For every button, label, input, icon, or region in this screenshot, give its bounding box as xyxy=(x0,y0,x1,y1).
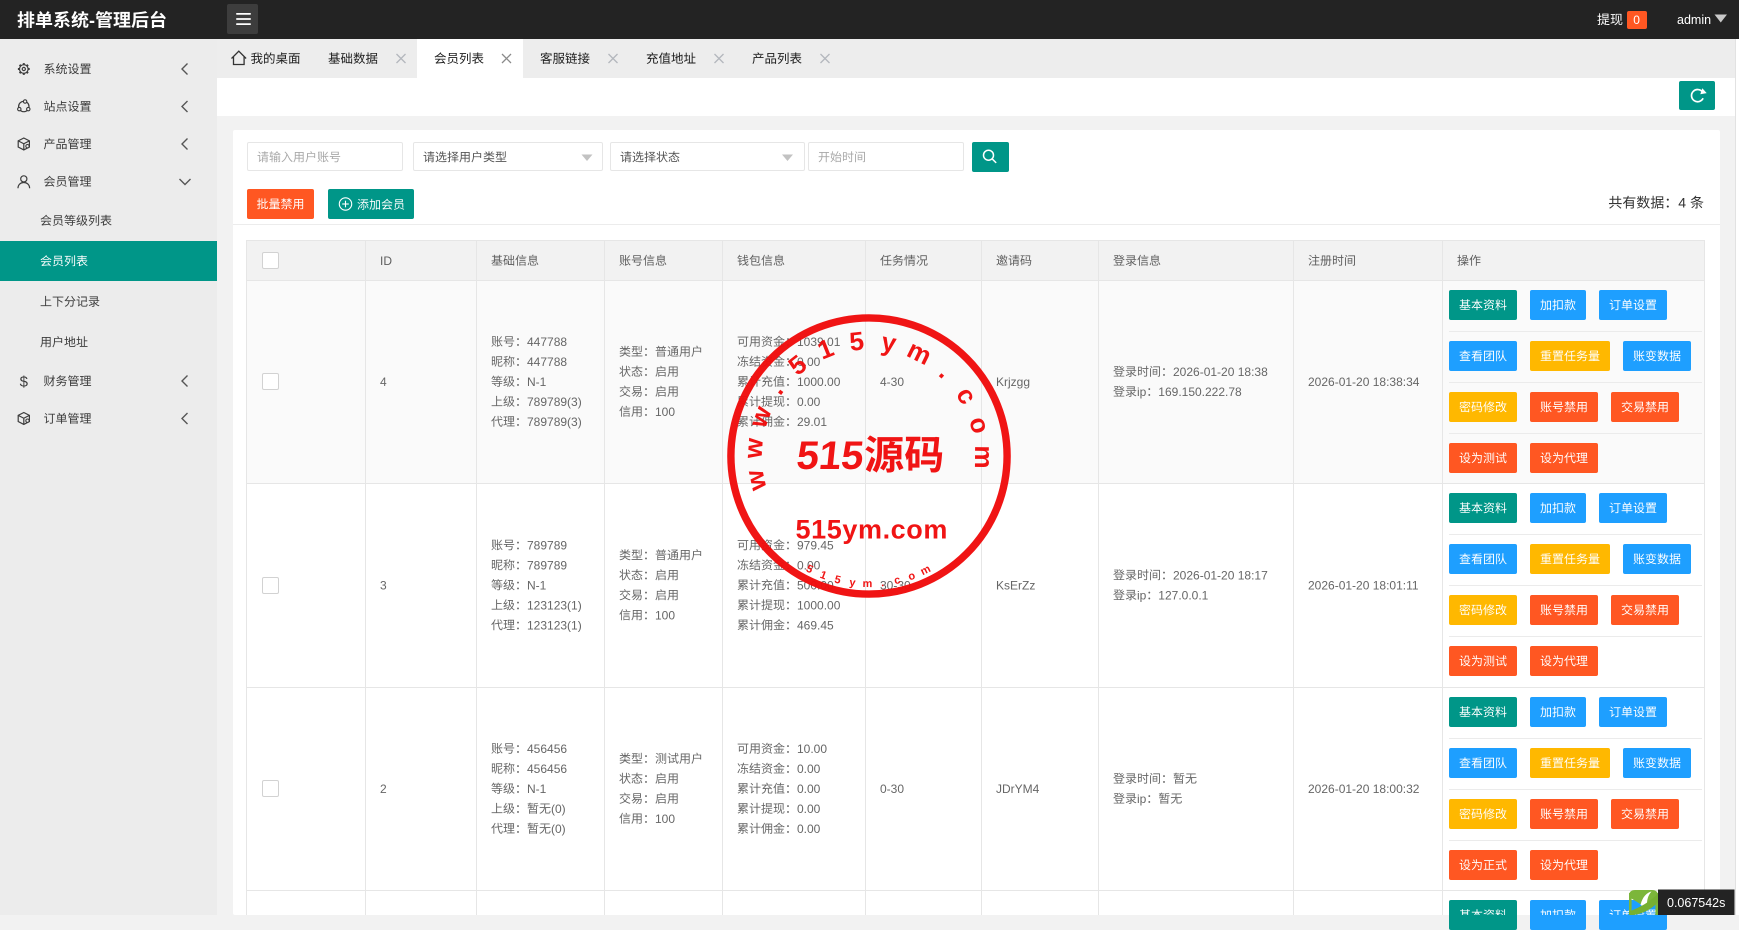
svg-text:789789: 789789 xyxy=(527,558,567,572)
svg-text:515ym.com: 515ym.com xyxy=(796,515,949,545)
svg-text:100: 100 xyxy=(655,608,675,622)
svg-text:447788: 447788 xyxy=(527,335,567,349)
svg-text:4: 4 xyxy=(1678,195,1686,211)
svg-text:789789: 789789 xyxy=(527,538,567,552)
svg-text:4-30: 4-30 xyxy=(880,375,904,389)
svg-text:JDrYM4: JDrYM4 xyxy=(996,782,1040,796)
svg-text:o: o xyxy=(963,413,996,436)
svg-text:100: 100 xyxy=(655,812,675,826)
svg-text:admin: admin xyxy=(1677,13,1711,27)
svg-text:789789(3): 789789(3) xyxy=(527,395,582,409)
svg-text:29.01: 29.01 xyxy=(797,415,827,429)
svg-text:2: 2 xyxy=(380,782,387,796)
svg-text:0: 0 xyxy=(1633,13,1640,27)
svg-text:2026-01-20 18:38:34: 2026-01-20 18:38:34 xyxy=(1308,375,1420,389)
svg-text:456456: 456456 xyxy=(527,762,567,776)
svg-text:y: y xyxy=(879,326,899,358)
svg-text:2026-01-20 18:01:11: 2026-01-20 18:01:11 xyxy=(1308,578,1419,592)
svg-text:m: m xyxy=(862,578,872,590)
svg-text:123123(1): 123123(1) xyxy=(527,598,582,612)
svg-text:0.00: 0.00 xyxy=(797,762,821,776)
svg-text:2026-01-20 18:17: 2026-01-20 18:17 xyxy=(1173,568,1268,582)
svg-text:ID: ID xyxy=(380,254,392,268)
svg-text:2026-01-20 18:00:32: 2026-01-20 18:00:32 xyxy=(1308,782,1420,796)
svg-text:c: c xyxy=(893,574,902,587)
svg-text:N-1: N-1 xyxy=(527,578,547,592)
svg-text:469.45: 469.45 xyxy=(797,618,834,632)
svg-text:N-1: N-1 xyxy=(527,375,547,389)
svg-text:789789(3): 789789(3) xyxy=(527,415,582,429)
svg-text:(0): (0) xyxy=(551,802,566,816)
svg-text:456456: 456456 xyxy=(527,742,567,756)
svg-text:515: 515 xyxy=(795,434,866,478)
svg-text:447788: 447788 xyxy=(527,355,567,369)
svg-text:w: w xyxy=(737,436,768,460)
svg-text:m: m xyxy=(903,334,937,371)
svg-text:1000.00: 1000.00 xyxy=(797,598,841,612)
svg-text:y: y xyxy=(849,577,857,590)
svg-text:m: m xyxy=(969,445,999,468)
svg-text:.: . xyxy=(933,357,959,384)
svg-text:2026-01-20 18:38: 2026-01-20 18:38 xyxy=(1173,365,1268,379)
svg-text:c: c xyxy=(950,381,983,409)
svg-text:127.0.0.1: 127.0.0.1 xyxy=(1158,588,1208,602)
svg-text:100: 100 xyxy=(655,405,675,419)
svg-text:169.150.222.78: 169.150.222.78 xyxy=(1158,385,1242,399)
svg-text:123123(1): 123123(1) xyxy=(527,618,582,632)
svg-text:KsErZz: KsErZz xyxy=(996,578,1035,592)
svg-text:0.00: 0.00 xyxy=(797,822,821,836)
svg-text:5: 5 xyxy=(833,574,842,587)
svg-text:$: $ xyxy=(20,373,29,390)
svg-text:4: 4 xyxy=(380,375,387,389)
svg-text:10.00: 10.00 xyxy=(797,742,827,756)
svg-text:0.00: 0.00 xyxy=(797,802,821,816)
svg-text:5: 5 xyxy=(848,325,865,356)
svg-text:0-30: 0-30 xyxy=(880,782,904,796)
svg-text:(0): (0) xyxy=(551,822,566,836)
svg-text:-: - xyxy=(89,10,95,30)
svg-text:w: w xyxy=(739,467,773,495)
svg-text:0.067542s: 0.067542s xyxy=(1667,896,1725,910)
svg-text:Krjzgg: Krjzgg xyxy=(996,375,1030,389)
svg-text:ip: ip xyxy=(1137,792,1147,806)
svg-text:3: 3 xyxy=(380,578,387,592)
svg-text:0.00: 0.00 xyxy=(797,395,821,409)
svg-text:ip: ip xyxy=(1137,588,1147,602)
svg-text:N-1: N-1 xyxy=(527,782,547,796)
svg-text:0.00: 0.00 xyxy=(797,782,821,796)
svg-text:ip: ip xyxy=(1137,385,1147,399)
